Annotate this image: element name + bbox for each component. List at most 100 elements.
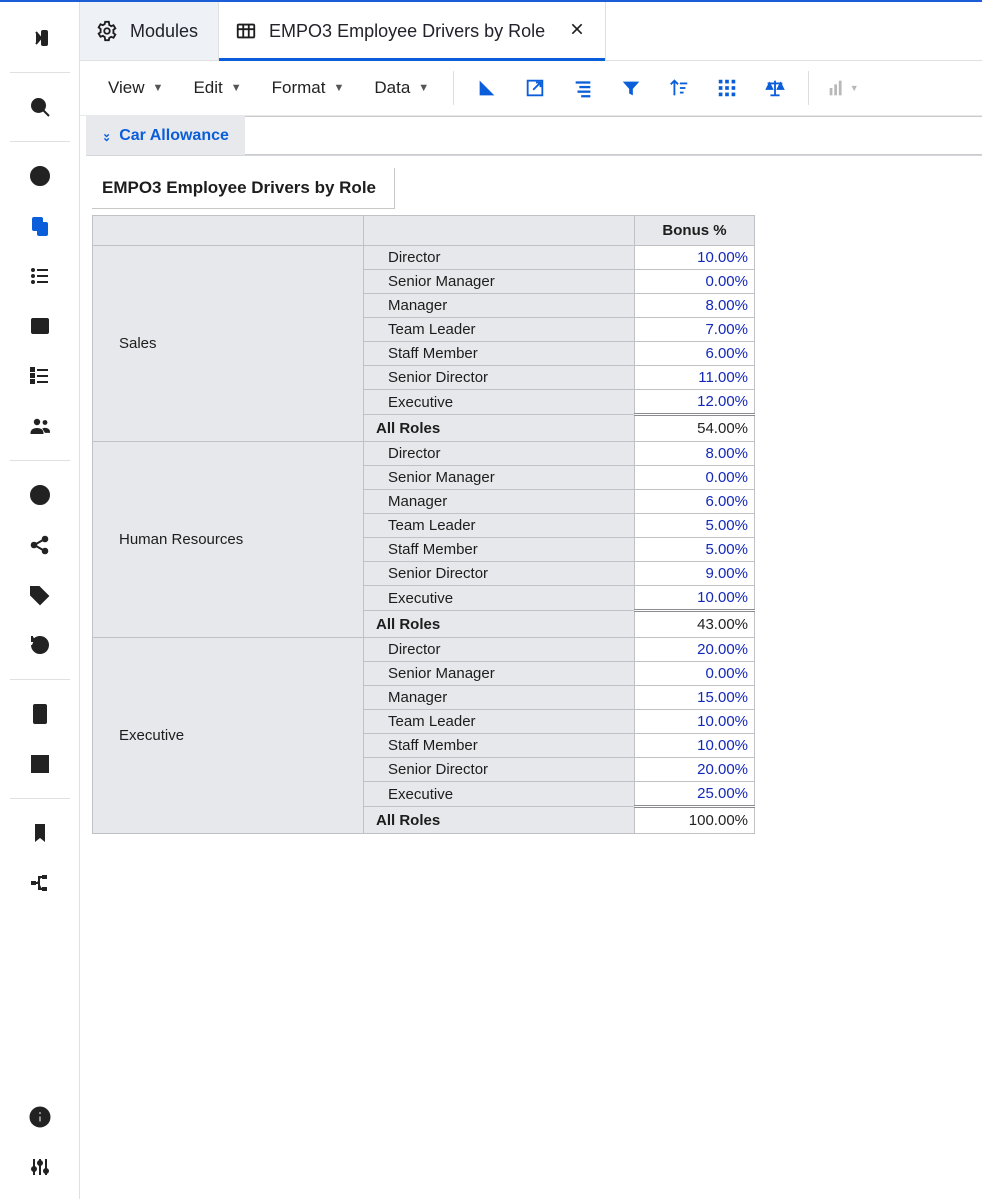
role-cell[interactable]: Senior Director	[364, 758, 635, 782]
numbered-list-icon[interactable]	[16, 354, 64, 398]
role-cell[interactable]: Manager	[364, 294, 635, 318]
value-cell[interactable]: 6.00%	[635, 342, 755, 366]
value-cell[interactable]: 10.00%	[635, 734, 755, 758]
role-cell[interactable]: Manager	[364, 686, 635, 710]
pivot-icon[interactable]	[706, 69, 748, 107]
gear-icon	[96, 20, 118, 42]
role-cell[interactable]: Senior Manager	[364, 466, 635, 490]
expand-panel-icon[interactable]	[16, 16, 64, 60]
value-cell[interactable]: 10.00%	[635, 710, 755, 734]
role-cell[interactable]: Team Leader	[364, 318, 635, 342]
document-icon[interactable]	[16, 692, 64, 736]
tab-active-label: EMPO3 Employee Drivers by Role	[269, 21, 545, 42]
info-icon[interactable]	[16, 1095, 64, 1139]
value-cell[interactable]: 15.00%	[635, 686, 755, 710]
tab-modules[interactable]: Modules	[80, 2, 219, 60]
value-cell[interactable]: 10.00%	[635, 586, 755, 611]
popout-icon[interactable]	[514, 69, 556, 107]
value-cell[interactable]: 5.00%	[635, 514, 755, 538]
triangle-tool-icon[interactable]	[466, 69, 508, 107]
close-icon[interactable]	[569, 21, 585, 42]
double-chevron-down-icon: ⌄⌄	[102, 131, 111, 141]
table-icon	[235, 20, 257, 42]
copy-icon[interactable]	[16, 204, 64, 248]
toolbar: View▼ Edit▼ Format▼ Data▼ ▼	[80, 61, 982, 116]
history-icon[interactable]	[16, 623, 64, 667]
sliders-icon[interactable]	[16, 1145, 64, 1189]
dimension-input[interactable]	[245, 116, 982, 155]
balance-icon[interactable]	[754, 69, 796, 107]
role-cell[interactable]: Team Leader	[364, 514, 635, 538]
dimension-subbar: ⌄⌄ Car Allowance	[86, 116, 982, 156]
value-cell[interactable]: 20.00%	[635, 638, 755, 662]
chart-icon[interactable]: ▼	[821, 69, 863, 107]
value-cell[interactable]: 6.00%	[635, 490, 755, 514]
value-cell[interactable]: 5.00%	[635, 538, 755, 562]
value-cell[interactable]: 0.00%	[635, 466, 755, 490]
play-icon[interactable]	[16, 473, 64, 517]
role-cell[interactable]: Manager	[364, 490, 635, 514]
value-cell[interactable]: 9.00%	[635, 562, 755, 586]
role-cell[interactable]: Senior Manager	[364, 270, 635, 294]
menu-data[interactable]: Data▼	[362, 72, 441, 104]
role-cell[interactable]: Team Leader	[364, 710, 635, 734]
menu-format[interactable]: Format▼	[260, 72, 357, 104]
value-cell[interactable]: 0.00%	[635, 270, 755, 294]
role-cell[interactable]: Staff Member	[364, 342, 635, 366]
menu-view[interactable]: View▼	[96, 72, 175, 104]
group-cell[interactable]: Human Resources	[93, 442, 364, 638]
left-sidebar	[0, 2, 80, 1199]
total-cell[interactable]: 100.00%	[635, 807, 755, 834]
role-cell[interactable]: Director	[364, 638, 635, 662]
value-cell[interactable]: 20.00%	[635, 758, 755, 782]
filter-icon[interactable]	[610, 69, 652, 107]
tab-active-module[interactable]: EMPO3 Employee Drivers by Role	[219, 2, 606, 60]
list-icon[interactable]	[16, 254, 64, 298]
grid-column-header[interactable]: Bonus %	[635, 216, 755, 246]
align-icon[interactable]	[562, 69, 604, 107]
share-icon[interactable]	[16, 523, 64, 567]
dashboard-icon[interactable]	[16, 742, 64, 786]
group-cell[interactable]: Executive	[93, 638, 364, 834]
value-cell[interactable]: 8.00%	[635, 294, 755, 318]
value-cell[interactable]: 0.00%	[635, 662, 755, 686]
tab-bar: Modules EMPO3 Employee Drivers by Role	[80, 2, 982, 61]
all-roles-cell[interactable]: All Roles	[364, 415, 635, 442]
value-cell[interactable]: 11.00%	[635, 366, 755, 390]
role-cell[interactable]: Senior Manager	[364, 662, 635, 686]
menu-edit[interactable]: Edit▼	[181, 72, 253, 104]
dimension-selector[interactable]: ⌄⌄ Car Allowance	[86, 116, 245, 155]
grid-corner	[93, 216, 364, 246]
total-cell[interactable]: 54.00%	[635, 415, 755, 442]
users-icon[interactable]	[16, 404, 64, 448]
hierarchy-icon[interactable]	[16, 861, 64, 905]
role-cell[interactable]: Executive	[364, 782, 635, 807]
tag-icon[interactable]	[16, 573, 64, 617]
role-cell[interactable]: Staff Member	[364, 538, 635, 562]
value-cell[interactable]: 8.00%	[635, 442, 755, 466]
total-cell[interactable]: 43.00%	[635, 611, 755, 638]
grid-role-header	[364, 216, 635, 246]
role-cell[interactable]: Executive	[364, 390, 635, 415]
role-cell[interactable]: Senior Director	[364, 366, 635, 390]
role-cell[interactable]: Staff Member	[364, 734, 635, 758]
data-grid: Bonus % SalesDirector10.00%Senior Manage…	[92, 215, 755, 834]
role-cell[interactable]: Director	[364, 246, 635, 270]
role-cell[interactable]: Senior Director	[364, 562, 635, 586]
clock-icon[interactable]	[16, 154, 64, 198]
value-cell[interactable]: 10.00%	[635, 246, 755, 270]
group-cell[interactable]: Sales	[93, 246, 364, 442]
dimension-label: Car Allowance	[119, 127, 229, 145]
value-cell[interactable]: 7.00%	[635, 318, 755, 342]
role-cell[interactable]: Director	[364, 442, 635, 466]
all-roles-cell[interactable]: All Roles	[364, 611, 635, 638]
search-icon[interactable]	[16, 85, 64, 129]
all-roles-cell[interactable]: All Roles	[364, 807, 635, 834]
sort-icon[interactable]	[658, 69, 700, 107]
bookmark-icon[interactable]	[16, 811, 64, 855]
grid-icon[interactable]	[16, 304, 64, 348]
value-cell[interactable]: 12.00%	[635, 390, 755, 415]
role-cell[interactable]: Executive	[364, 586, 635, 611]
page-title: EMPO3 Employee Drivers by Role	[92, 168, 395, 209]
value-cell[interactable]: 25.00%	[635, 782, 755, 807]
